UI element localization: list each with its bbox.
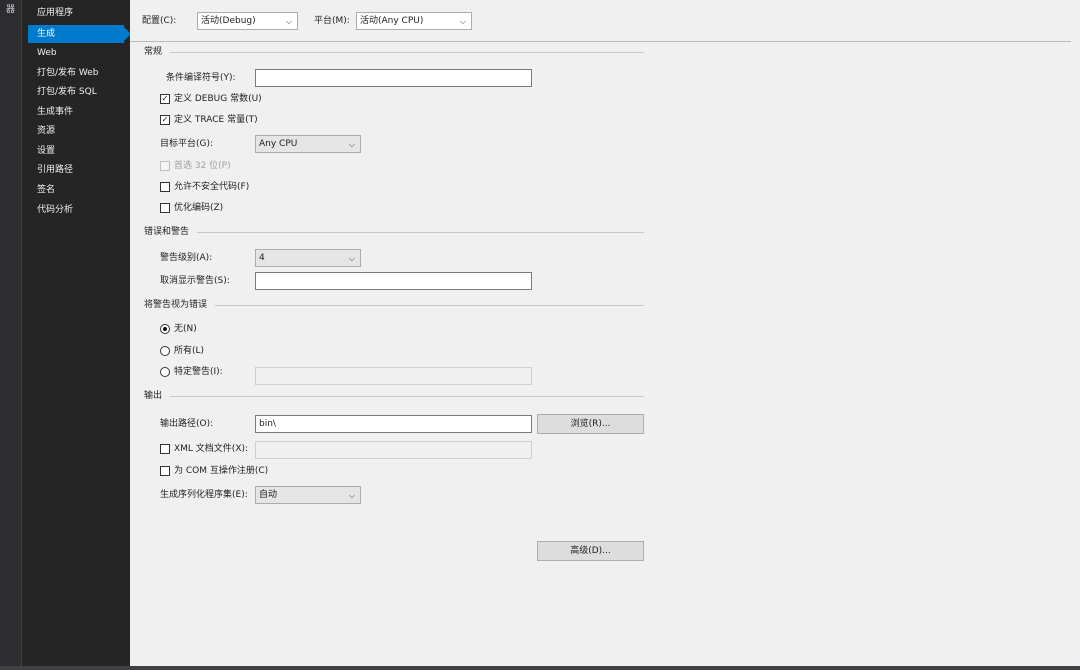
radio-selected-dot [163, 327, 167, 331]
output-path-input[interactable]: bin\ [255, 415, 532, 433]
treat-warnings-all-radio[interactable] [160, 346, 170, 356]
warning-level-dropdown[interactable]: 4 ⌵ [255, 249, 361, 267]
xml-doc-checkbox[interactable] [160, 444, 170, 454]
define-debug-checkbox[interactable]: ✓ [160, 94, 170, 104]
chevron-down-icon: ⌵ [348, 491, 355, 500]
com-register-checkbox[interactable] [160, 466, 170, 476]
output-section-title: 输出 [144, 390, 171, 402]
checkmark-icon: ✓ [161, 115, 169, 124]
warning-level-value: 4 [259, 253, 265, 263]
configuration-dropdown[interactable]: 活动(Debug) ⌵ [197, 12, 298, 30]
allow-unsafe-checkbox[interactable] [160, 182, 170, 192]
prefer-32bit-label: 首选 32 位(P) [174, 161, 231, 171]
treat-warnings-section-rule [144, 305, 644, 306]
conditional-symbols-input[interactable] [255, 69, 532, 87]
xml-doc-label: XML 文档文件(X): [174, 444, 249, 454]
advanced-button[interactable]: 高级(D)... [537, 541, 644, 561]
nav-item-reference-paths[interactable]: 引用路径 [28, 161, 124, 179]
specific-warnings-input[interactable] [255, 367, 532, 385]
define-trace-checkbox[interactable]: ✓ [160, 115, 170, 125]
symbols-label: 条件编译符号(Y): [166, 73, 236, 83]
serialization-value: 自动 [259, 490, 278, 500]
output-section-rule [144, 396, 644, 397]
treat-warnings-specific-radio[interactable] [160, 367, 170, 377]
nav-item-build[interactable]: 生成 [28, 25, 124, 43]
general-section-rule [144, 52, 644, 53]
platform-target-value: Any CPU [259, 139, 298, 149]
bottom-border [0, 666, 1080, 670]
optimize-code-label: 优化编码(Z) [174, 203, 224, 213]
define-trace-label: 定义 TRACE 常量(T) [174, 115, 258, 125]
general-section-title: 常规 [144, 46, 171, 58]
xml-doc-input[interactable] [255, 441, 532, 459]
build-settings-page: 配置(C): 活动(Debug) ⌵ 平台(M): 活动(Any CPU) ⌵ … [130, 0, 1080, 666]
suppress-warnings-label: 取消显示警告(S): [160, 276, 230, 286]
optimize-code-checkbox[interactable] [160, 203, 170, 213]
nav-item-package-web[interactable]: 打包/发布 Web [28, 64, 124, 82]
nav-item-settings[interactable]: 设置 [28, 142, 124, 160]
platform-target-label: 目标平台(G): [160, 139, 214, 149]
treat-warnings-none-label: 无(N) [174, 324, 197, 334]
output-path-label: 输出路径(O): [160, 419, 214, 429]
com-register-label: 为 COM 互操作注册(C) [174, 466, 269, 476]
project-properties-nav: 应用程序 生成 Web 打包/发布 Web 打包/发布 SQL 生成事件 资源 … [22, 0, 131, 670]
errors-section-rule [144, 232, 644, 233]
treat-warnings-specific-label: 特定警告(I): [174, 367, 223, 377]
chevron-down-icon: ⌵ [285, 17, 292, 26]
chevron-down-icon: ⌵ [459, 17, 466, 26]
platform-dropdown[interactable]: 活动(Any CPU) ⌵ [356, 12, 472, 30]
treat-warnings-none-radio[interactable] [160, 324, 170, 334]
platform-value: 活动(Any CPU) [360, 16, 424, 26]
checkmark-icon: ✓ [161, 94, 169, 103]
nav-item-build-events[interactable]: 生成事件 [28, 103, 124, 121]
warning-level-label: 警告级别(A): [160, 253, 213, 263]
nav-item-application[interactable]: 应用程序 [28, 4, 124, 22]
suppress-warnings-input[interactable] [255, 272, 532, 290]
errors-section-title: 错误和警告 [144, 226, 198, 238]
nav-item-code-analysis[interactable]: 代码分析 [28, 201, 124, 219]
header-divider [130, 41, 1071, 42]
browse-button[interactable]: 浏览(R)... [537, 414, 644, 434]
define-debug-label: 定义 DEBUG 常数(U) [174, 94, 262, 104]
tool-window-strip-label: 器 [6, 5, 16, 15]
serialization-dropdown[interactable]: 自动 ⌵ [255, 486, 361, 504]
nav-item-package-sql[interactable]: 打包/发布 SQL [28, 83, 124, 101]
tool-window-strip: 器 [0, 0, 22, 670]
prefer-32bit-checkbox[interactable] [160, 161, 170, 171]
configuration-value: 活动(Debug) [201, 16, 256, 26]
allow-unsafe-label: 允许不安全代码(F) [174, 182, 250, 192]
nav-item-web[interactable]: Web [28, 44, 124, 62]
treat-warnings-section-title: 将警告视为错误 [144, 299, 216, 311]
nav-item-signing[interactable]: 签名 [28, 181, 124, 199]
treat-warnings-all-label: 所有(L) [174, 346, 205, 356]
configuration-label: 配置(C): [142, 16, 177, 26]
chevron-down-icon: ⌵ [348, 254, 355, 263]
platform-label: 平台(M): [314, 16, 350, 26]
serialization-label: 生成序列化程序集(E): [160, 490, 248, 500]
nav-item-resources[interactable]: 资源 [28, 122, 124, 140]
chevron-down-icon: ⌵ [348, 140, 355, 149]
platform-target-dropdown[interactable]: Any CPU ⌵ [255, 135, 361, 153]
